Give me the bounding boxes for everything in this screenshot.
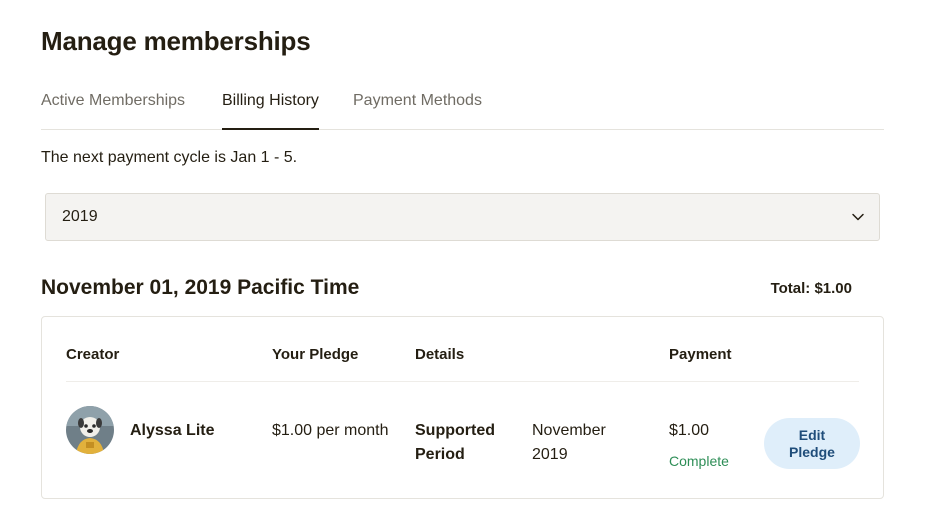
manage-memberships-page: Manage memberships Active Memberships Bi… [0, 0, 931, 524]
table-header-divider [66, 381, 859, 382]
column-header-details: Details [415, 346, 465, 363]
year-select[interactable]: 2019 [45, 193, 880, 241]
tab-bar: Active Memberships Billing History Payme… [41, 89, 884, 130]
column-header-creator: Creator [66, 346, 120, 363]
tab-payment-methods[interactable]: Payment Methods [353, 89, 482, 129]
creator-avatar[interactable] [66, 406, 114, 454]
payment-amount: $1.00 [669, 422, 710, 439]
pledge-amount: $1.00 per month [272, 422, 389, 439]
detail-value: November 2019 [532, 422, 606, 463]
tab-billing-history[interactable]: Billing History [222, 89, 319, 130]
avatar-image [66, 406, 114, 454]
page-title: Manage memberships [41, 26, 311, 56]
billing-table-card: Creator Your Pledge Details Payment Alys… [41, 316, 884, 499]
column-header-pledge: Your Pledge [272, 346, 359, 363]
billing-date-heading: November 01, 2019 Pacific Time [41, 276, 360, 299]
billing-total: Total: $1.00 [770, 280, 852, 297]
detail-label: Supported Period [415, 422, 495, 463]
edit-pledge-button[interactable]: Edit Pledge [764, 418, 860, 469]
column-header-payment: Payment [669, 346, 732, 363]
payment-status: Complete [669, 453, 729, 469]
year-select-value: 2019 [62, 208, 98, 225]
payment-cycle-note: The next payment cycle is Jan 1 - 5. [41, 149, 298, 166]
creator-name[interactable]: Alyssa Lite [130, 421, 214, 441]
chevron-down-icon [852, 213, 864, 221]
tab-active-memberships[interactable]: Active Memberships [41, 89, 185, 129]
